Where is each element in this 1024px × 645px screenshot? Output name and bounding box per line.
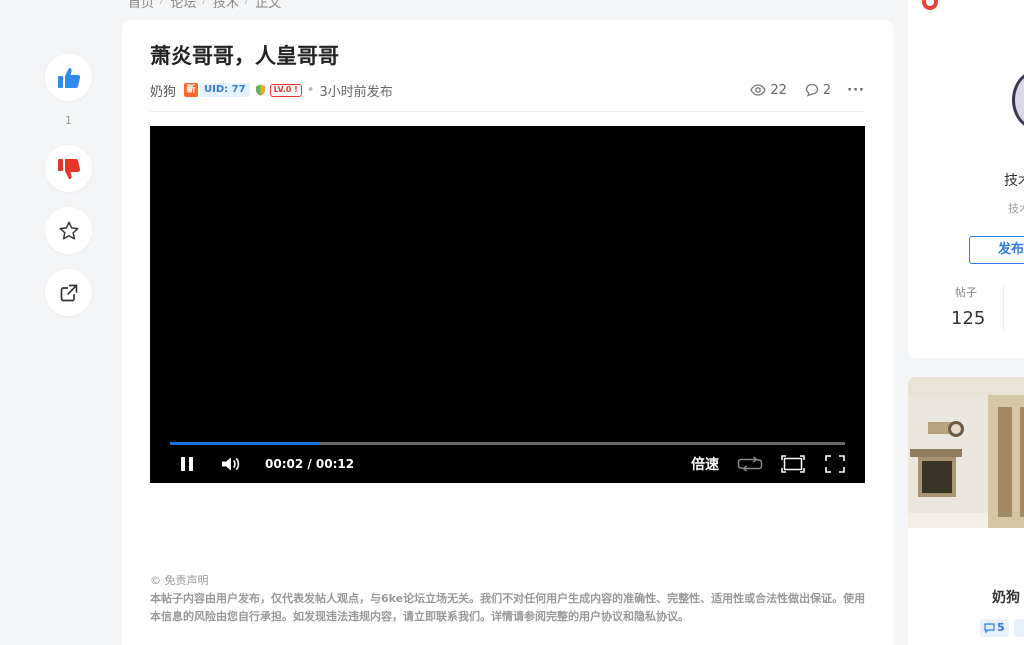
meta-dot: • [306, 82, 315, 98]
breadcrumb-sep: / [202, 0, 206, 11]
video-player[interactable]: 00:02 / 00:12 倍速 [150, 126, 865, 483]
like-button[interactable] [45, 54, 92, 101]
thumbs-up-icon [57, 67, 80, 88]
post-meta: 奶狗 新 UID: 77 LV.0 ! • 3小时前发布 22 2 ··· [150, 80, 865, 100]
post-title: 萧炎哥哥，人皇哥哥 [150, 44, 339, 68]
breadcrumb-tech[interactable]: 技术 [213, 0, 239, 11]
favorite-button[interactable] [45, 207, 92, 254]
video-time: 00:02 / 00:12 [265, 457, 355, 471]
breadcrumb: 首页 / 论坛 / 技术 / 正文 [128, 0, 281, 11]
view-count: 22 [770, 82, 787, 98]
web-fullscreen-icon [781, 455, 805, 473]
author-tag-secondary [1014, 619, 1024, 637]
posts-value: 125 [951, 308, 986, 329]
level-badge: LV.0 ! [269, 83, 302, 97]
web-fullscreen-button[interactable] [781, 455, 805, 473]
category-desc: 技术 [1008, 202, 1024, 215]
author-tag: 5 [980, 619, 1009, 637]
breadcrumb-forum[interactable]: 论坛 [170, 0, 196, 11]
video-progress-bar[interactable] [170, 442, 845, 445]
author-tag-count: 5 [997, 621, 1005, 634]
disclaimer-heading: © 免责声明 [150, 574, 209, 587]
dislike-button[interactable] [45, 145, 92, 192]
pause-icon [181, 457, 193, 471]
disclaimer-text: 本帖子内容由用户发布，仅代表发帖人观点，与6ke论坛立场无关。我们不对任何用户生… [150, 592, 866, 623]
loop-button[interactable] [737, 455, 763, 473]
breadcrumb-sep: / [245, 0, 249, 11]
action-rail: 1 [45, 54, 92, 316]
publish-button[interactable]: 发布 [969, 236, 1024, 264]
share-icon [60, 284, 77, 301]
disclaimer: © 免责声明 本帖子内容由用户发布，仅代表发帖人观点，与6ke论坛立场无关。我们… [150, 572, 867, 626]
star-icon [59, 221, 78, 240]
volume-button[interactable] [221, 456, 241, 472]
author-cover-image [908, 377, 1024, 528]
more-menu-button[interactable]: ··· [847, 83, 865, 98]
loop-icon [737, 456, 763, 472]
thumbs-down-icon [57, 158, 80, 179]
like-count: 1 [65, 114, 72, 127]
category-avatar [1012, 70, 1024, 130]
comment-icon [805, 83, 819, 97]
shield-icon [255, 84, 265, 96]
posts-label: 帖子 [955, 286, 977, 299]
ring-icon [922, 0, 938, 10]
breadcrumb-current: 正文 [255, 0, 282, 11]
view-stat: 22 [750, 83, 787, 98]
volume-icon [222, 457, 240, 471]
video-controls: 00:02 / 00:12 倍速 [170, 452, 845, 476]
breadcrumb-sep: / [160, 0, 164, 11]
post-time: 3小时前发布 [319, 84, 393, 100]
category-card: 技术 技术 发布 帖子 125 [908, 0, 1024, 358]
new-user-badge: 新 [184, 83, 199, 97]
fullscreen-icon [825, 455, 845, 473]
post-card: 萧炎哥哥，人皇哥哥 奶狗 新 UID: 77 LV.0 ! • 3小时前发布 2… [122, 20, 893, 645]
comment-count: 2 [822, 82, 832, 98]
pause-button[interactable] [180, 456, 194, 472]
stat-divider [1003, 284, 1004, 332]
chat-icon [984, 623, 995, 633]
video-progress-fill [170, 442, 319, 445]
post-stats: 22 2 ··· [750, 83, 865, 98]
meta-divider [150, 111, 865, 112]
breadcrumb-home[interactable]: 首页 [128, 0, 154, 11]
author-name[interactable]: 奶狗 [150, 81, 176, 100]
video-controls-right: 倍速 [691, 454, 845, 474]
playback-speed-button[interactable]: 倍速 [691, 454, 719, 474]
author-card: 奶狗 5 [908, 377, 1024, 645]
comment-stat[interactable]: 2 [805, 83, 831, 98]
author-card-name[interactable]: 奶狗 [992, 587, 1020, 607]
eye-icon [750, 84, 767, 96]
category-name[interactable]: 技术 [1004, 170, 1024, 190]
share-button[interactable] [45, 269, 92, 316]
fullscreen-button[interactable] [825, 455, 845, 473]
uid-badge: UID: 77 [200, 83, 250, 97]
